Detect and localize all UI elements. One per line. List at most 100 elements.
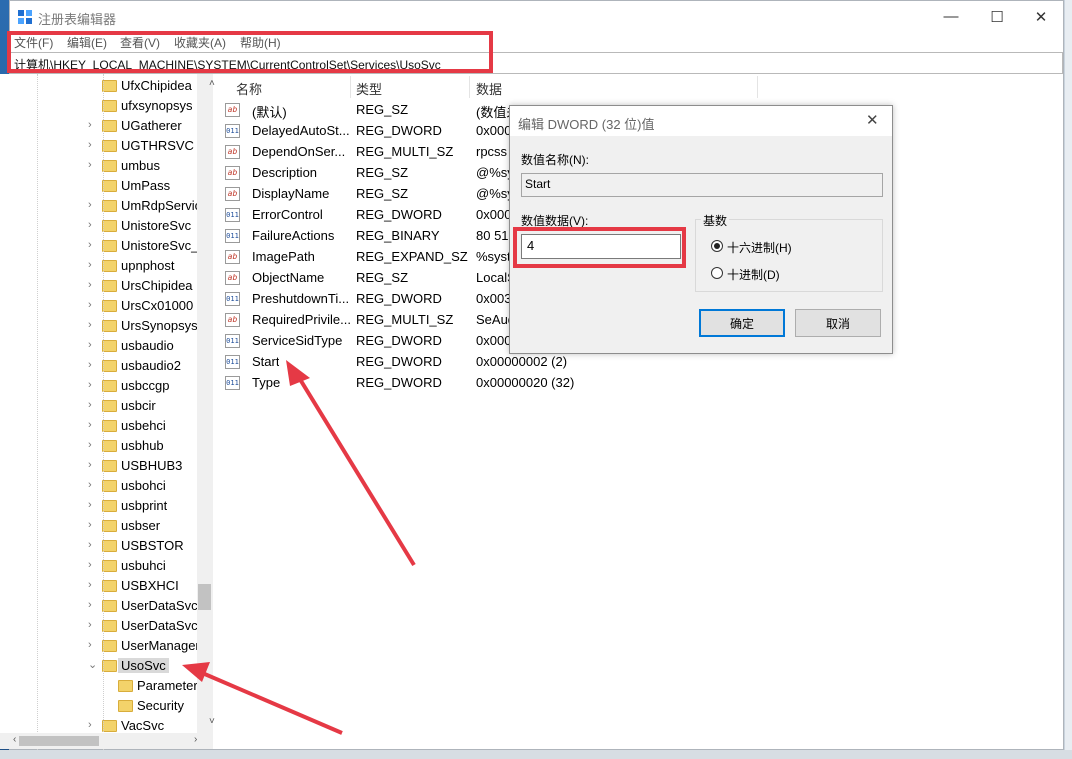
scroll-up-arrow[interactable]: ˄: [209, 78, 215, 89]
tree-item[interactable]: Security: [0, 696, 200, 716]
scroll-down-arrow[interactable]: ˅: [209, 716, 215, 727]
chevron-right-icon[interactable]: ›: [88, 479, 98, 491]
tree-item-label[interactable]: UrsCx01000: [121, 298, 193, 313]
tree-item-label[interactable]: usbser: [121, 518, 160, 533]
chevron-right-icon[interactable]: ›: [88, 599, 98, 611]
tree-item-label[interactable]: usbprint: [121, 498, 167, 513]
tree-item[interactable]: › UserManager: [0, 636, 200, 656]
tree-item[interactable]: UmPass: [0, 176, 200, 196]
chevron-right-icon[interactable]: ›: [88, 539, 98, 551]
tree-item[interactable]: › UmRdpService: [0, 196, 206, 216]
chevron-right-icon[interactable]: ›: [88, 399, 98, 411]
chevron-right-icon[interactable]: ›: [88, 159, 98, 171]
tree-item-label[interactable]: VacSvc: [121, 718, 164, 733]
tree-item-label[interactable]: umbus: [121, 158, 160, 173]
tree-item[interactable]: Parameters: [0, 676, 204, 696]
chevron-right-icon[interactable]: ›: [88, 339, 98, 351]
chevron-right-icon[interactable]: ›: [88, 279, 98, 291]
tree-item[interactable]: › usbaudio: [0, 336, 200, 356]
tree-item-label[interactable]: UGTHRSVC: [121, 138, 194, 153]
tree-item[interactable]: › usbehci: [0, 416, 200, 436]
tree-item[interactable]: › UrsCx01000: [0, 296, 200, 316]
chevron-right-icon[interactable]: ›: [88, 119, 98, 131]
tree-item[interactable]: › usbprint: [0, 496, 200, 516]
chevron-right-icon[interactable]: ›: [88, 459, 98, 471]
chevron-right-icon[interactable]: ›: [88, 719, 98, 731]
tree-item-label[interactable]: UmRdpService: [121, 198, 206, 213]
list-item[interactable]: 011 Start REG_DWORD 0x00000002 (2): [225, 352, 725, 373]
tree-item-label[interactable]: usbuhci: [121, 558, 166, 573]
tree-item-label[interactable]: UserManager: [121, 638, 200, 653]
tree-item[interactable]: › UrsChipidea: [0, 276, 200, 296]
tree-item-label[interactable]: UserDataSvc_: [121, 618, 205, 633]
radio-dec-label[interactable]: 十进制(D): [727, 266, 780, 283]
chevron-right-icon[interactable]: ›: [88, 319, 98, 331]
chevron-right-icon[interactable]: ›: [88, 619, 98, 631]
tree-item-label[interactable]: UrsChipidea: [121, 278, 193, 293]
tree-item[interactable]: › UGTHRSVC: [0, 136, 200, 156]
column-header-data[interactable]: 数据: [476, 79, 502, 98]
minimize-button[interactable]: —: [928, 1, 974, 32]
tree-item[interactable]: › UserDataSvc_: [0, 616, 205, 636]
chevron-right-icon[interactable]: ›: [88, 359, 98, 371]
tree-item-label[interactable]: Security: [137, 698, 184, 713]
scroll-left-arrow[interactable]: ‹: [13, 734, 16, 745]
chevron-right-icon[interactable]: ›: [88, 639, 98, 651]
chevron-right-icon[interactable]: ›: [88, 439, 98, 451]
tree-item[interactable]: › usbser: [0, 516, 200, 536]
chevron-right-icon[interactable]: ›: [88, 239, 98, 251]
close-button[interactable]: ✕: [1018, 1, 1064, 32]
tree-item[interactable]: › UrsSynopsys: [0, 316, 200, 336]
chevron-right-icon[interactable]: ›: [88, 559, 98, 571]
tree-item-label[interactable]: UsoSvc: [118, 658, 169, 673]
tree-scroll-thumb[interactable]: [198, 584, 211, 610]
tree-item-label[interactable]: UnistoreSvc_4: [121, 238, 206, 253]
chevron-right-icon[interactable]: ›: [88, 199, 98, 211]
tree-item-label[interactable]: UfxChipidea: [121, 78, 192, 93]
tree-item-label[interactable]: usbehci: [121, 418, 166, 433]
cancel-button[interactable]: 取消: [795, 309, 881, 337]
scroll-right-arrow[interactable]: ›: [194, 734, 197, 745]
tree-item-label[interactable]: ufxsynopsys: [121, 98, 193, 113]
tree-item-label[interactable]: usbohci: [121, 478, 166, 493]
tree-item-label[interactable]: UnistoreSvc: [121, 218, 191, 233]
chevron-right-icon[interactable]: ›: [88, 299, 98, 311]
tree-item[interactable]: › usbccgp: [0, 376, 200, 396]
tree-item-label[interactable]: usbhub: [121, 438, 164, 453]
tree-item[interactable]: › usbcir: [0, 396, 200, 416]
tree-item[interactable]: › USBSTOR: [0, 536, 200, 556]
list-item[interactable]: 011 Type REG_DWORD 0x00000020 (32): [225, 373, 725, 394]
tree-item[interactable]: › usbhub: [0, 436, 200, 456]
tree-item[interactable]: › UnistoreSvc: [0, 216, 200, 236]
tree-item-label[interactable]: UGatherer: [121, 118, 182, 133]
tree-item-label[interactable]: UrsSynopsys: [121, 318, 198, 333]
column-separator[interactable]: [757, 76, 758, 98]
tree-item-label[interactable]: usbaudio: [121, 338, 174, 353]
tree-item[interactable]: › upnphost: [0, 256, 200, 276]
tree-item[interactable]: › USBHUB3: [0, 456, 200, 476]
tree-item-label[interactable]: usbcir: [121, 398, 156, 413]
tree-item[interactable]: › UnistoreSvc_4: [0, 236, 206, 256]
column-header-name[interactable]: 名称: [236, 79, 262, 98]
chevron-right-icon[interactable]: ›: [88, 519, 98, 531]
column-header-type[interactable]: 类型: [356, 79, 382, 98]
tree-item-label[interactable]: USBXHCI: [121, 578, 179, 593]
registry-tree[interactable]: UfxChipidea ufxsynopsys › UGatherer › UGTHRSV…: [0, 74, 213, 749]
radio-dec[interactable]: [711, 267, 723, 279]
chevron-right-icon[interactable]: ›: [88, 499, 98, 511]
radio-hex[interactable]: [711, 240, 723, 252]
chevron-right-icon[interactable]: ›: [88, 379, 98, 391]
tree-item[interactable]: ⌄ UsoSvc: [0, 656, 200, 676]
tree-item-label[interactable]: upnphost: [121, 258, 175, 273]
ok-button[interactable]: 确定: [699, 309, 785, 337]
tree-item[interactable]: › umbus: [0, 156, 200, 176]
tree-item[interactable]: › usbaudio2: [0, 356, 200, 376]
tree-item-label[interactable]: UserDataSvc: [121, 598, 198, 613]
tree-item[interactable]: › UserDataSvc: [0, 596, 200, 616]
tree-item-label[interactable]: USBSTOR: [121, 538, 184, 553]
tree-item[interactable]: ufxsynopsys: [0, 96, 200, 116]
maximize-button[interactable]: ☐: [974, 1, 1020, 32]
tree-item-label[interactable]: Parameters: [137, 678, 204, 693]
tree-item[interactable]: › usbuhci: [0, 556, 200, 576]
chevron-right-icon[interactable]: ›: [88, 219, 98, 231]
